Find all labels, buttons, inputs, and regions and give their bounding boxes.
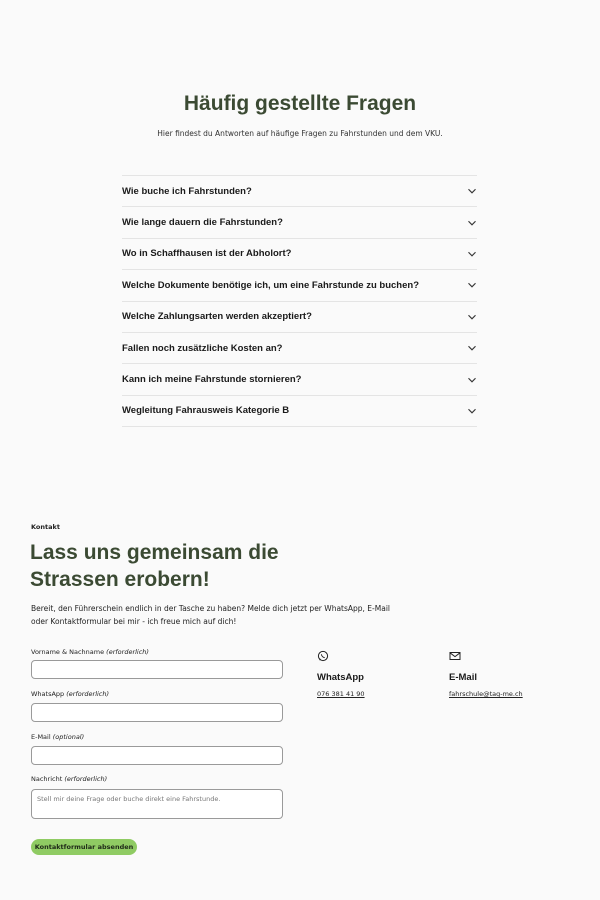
faq-question: Welche Zahlungsarten werden akzeptiert? <box>122 311 312 323</box>
faq-item[interactable]: Wegleitung Fahrausweis Kategorie B <box>122 396 477 428</box>
faq-question: Wegleitung Fahrausweis Kategorie B <box>122 405 290 417</box>
email-field-label: E-Mail (optional) <box>31 733 85 741</box>
faq-question: Wie lange dauern die Fahrstunden? <box>122 217 283 229</box>
chevron-down-icon <box>468 220 476 226</box>
chevron-down-icon <box>468 314 476 320</box>
faq-question: Welche Dokumente benötige ich, um eine F… <box>122 279 420 291</box>
whatsapp-field[interactable] <box>31 703 283 722</box>
contact-eyebrow: Kontakt <box>31 523 60 531</box>
name-field-label: Vorname & Nachname (erforderlich) <box>31 648 149 656</box>
message-field[interactable]: Stell mir deine Frage oder buche direkt … <box>31 789 283 819</box>
contact-heading: Lass uns gemeinsam die Strassen erobern! <box>30 541 279 591</box>
faq-title: Häufig gestellte Fragen <box>183 92 417 115</box>
chevron-down-icon <box>468 189 476 194</box>
email-field[interactable] <box>31 746 283 765</box>
chevron-down-icon <box>468 283 476 288</box>
whatsapp-field-hint: (erforderlich) <box>66 690 110 698</box>
faq-item[interactable]: Wie lange dauern die Fahrstunden? <box>122 207 477 239</box>
whatsapp-title: WhatsApp <box>317 672 364 683</box>
chevron-down-icon <box>468 345 476 351</box>
name-field[interactable] <box>31 660 283 679</box>
whatsapp-icon <box>317 650 329 662</box>
chevron-down-icon <box>468 408 476 414</box>
faq-question: Wie buche ich Fahrstunden? <box>122 185 252 197</box>
whatsapp-field-label: WhatsApp (erforderlich) <box>31 690 110 698</box>
submit-button[interactable]: Kontaktformular absenden <box>31 839 137 855</box>
message-placeholder: Stell mir deine Frage oder buche direkt … <box>37 795 221 803</box>
name-field-hint: (erforderlich) <box>106 648 149 656</box>
message-field-hint: (erforderlich) <box>64 775 108 783</box>
email-field-hint: (optional) <box>52 733 85 741</box>
faq-list: Wie buche ich Fahrstunden? Wie lange dau… <box>122 175 477 428</box>
faq-item[interactable]: Fallen noch zusätzliche Kosten an? <box>122 333 477 365</box>
email-channel: E-Mail fahrschule@tag-me.ch <box>449 650 569 701</box>
faq-subtitle: Hier findest du Antworten auf häufige Fr… <box>157 129 443 138</box>
message-field-label: Nachricht (erforderlich) <box>31 775 108 783</box>
whatsapp-number-link[interactable]: 076 381 41 90 <box>317 690 365 698</box>
faq-item[interactable]: Wie buche ich Fahrstunden? <box>122 176 477 208</box>
chevron-down-icon <box>468 251 476 257</box>
faq-item[interactable]: Welche Dokumente benötige ich, um eine F… <box>122 270 477 302</box>
faq-item[interactable]: Kann ich meine Fahrstunde stornieren? <box>122 364 477 396</box>
email-title: E-Mail <box>449 672 477 683</box>
faq-question: Kann ich meine Fahrstunde stornieren? <box>122 374 302 386</box>
contact-intro: Bereit, den Führerschein endlich in der … <box>31 604 390 626</box>
chevron-down-icon <box>468 377 476 383</box>
faq-question: Fallen noch zusätzliche Kosten an? <box>122 342 283 354</box>
faq-item[interactable]: Wo in Schaffhausen ist der Abholort? <box>122 239 477 271</box>
faq-question: Wo in Schaffhausen ist der Abholort? <box>122 248 292 260</box>
email-address-link[interactable]: fahrschule@tag-me.ch <box>449 690 523 698</box>
faq-item[interactable]: Welche Zahlungsarten werden akzeptiert? <box>122 302 477 333</box>
mail-icon <box>449 652 461 660</box>
whatsapp-channel: WhatsApp 076 381 41 90 <box>317 650 437 701</box>
